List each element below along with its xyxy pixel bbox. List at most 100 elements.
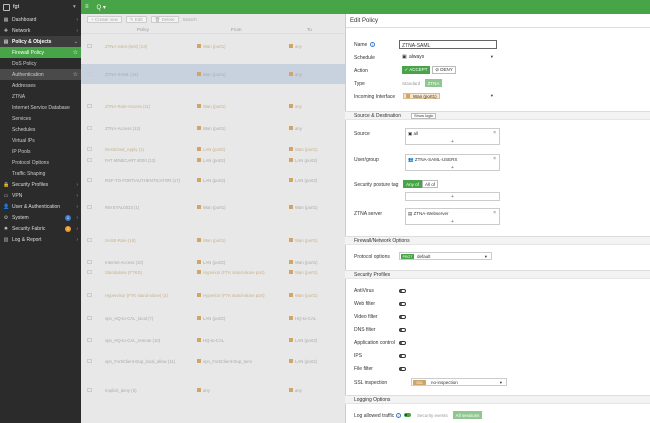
menu-icon[interactable]: ≡	[85, 4, 89, 10]
table-row[interactable]: ZTNA-rules-(test) (13) Wan (port1) any	[81, 42, 345, 50]
row-checkbox[interactable]	[87, 158, 92, 162]
log-all-sessions-option[interactable]: All sessions	[453, 411, 482, 419]
profile-toggle-application-control[interactable]	[399, 341, 406, 345]
row-checkbox[interactable]	[87, 359, 92, 363]
posture-tag-field[interactable]: +	[405, 192, 500, 201]
device-header[interactable]: fgt ▾	[0, 0, 81, 14]
table-row[interactable]: vpn_HQ-to-CAL_local (7) LAN (port2) HQ-t…	[81, 314, 345, 322]
edit-button[interactable]: ✎ Edit	[125, 16, 147, 23]
sidebar-subitem-schedules[interactable]: Schedules	[0, 124, 81, 135]
user-group-field[interactable]: 👥 ZTNA-SAML-USERS × +	[405, 154, 500, 171]
delete-button[interactable]: 🗑 Delete	[150, 16, 179, 23]
deny-button[interactable]: ⊘ DENY	[432, 66, 456, 74]
sidebar-subitem-virtual-ips[interactable]: Virtual IPs	[0, 135, 81, 146]
table-row[interactable]: vpn_HQ-to-CAL_remote (10) HQ-to-CAL LAN …	[81, 336, 345, 344]
profile-toggle-video-filter[interactable]	[399, 315, 406, 319]
row-checkbox[interactable]	[87, 147, 92, 151]
sidebar-subitem-addresses[interactable]: Addresses	[0, 80, 81, 91]
sidebar-item-system[interactable]: ⚙ System 1 ›	[0, 212, 81, 223]
incoming-interface-select[interactable]: Wan (port1) ▾	[402, 92, 497, 100]
remove-icon[interactable]: ×	[493, 130, 496, 136]
add-icon[interactable]: +	[451, 219, 454, 225]
sidebar-subitem-traffic-shaping[interactable]: Traffic Shaping	[0, 168, 81, 179]
add-icon[interactable]: +	[451, 194, 454, 200]
sidebar-subitem-ztna[interactable]: ZTNA	[0, 91, 81, 102]
table-row[interactable]: Implicit_deny (0) any any	[81, 386, 345, 394]
sidebar-subitem-dos-policy[interactable]: DoS Policy	[0, 58, 81, 69]
protocol-options-select[interactable]: PROT default ▾	[399, 252, 492, 260]
table-row[interactable]: RSF-TO-FORTIAUTHENTICATOR (17) LAN (port…	[81, 176, 345, 184]
type-standard-option[interactable]: Standard	[402, 81, 420, 86]
all-of-option[interactable]: All of	[422, 180, 438, 188]
sidebar-item-policy-objects[interactable]: ▤ Policy & Objects ⌄	[0, 36, 81, 47]
favorite-star-icon[interactable]: ☆	[73, 49, 78, 56]
any-of-option[interactable]: Any of	[403, 180, 422, 188]
profile-toggle-antivirus[interactable]	[399, 289, 406, 293]
sidebar-item-vpn[interactable]: ▭ VPN ›	[0, 190, 81, 201]
sidebar-item-security-fabric[interactable]: ✸ Security Fabric 1 ›	[0, 223, 81, 234]
table-row[interactable]: Internet Access (10) LAN (port2) Wan (po…	[81, 258, 345, 266]
sidebar-item-network[interactable]: ✚ Network ›	[0, 25, 81, 36]
profile-toggle-ips[interactable]	[399, 354, 406, 358]
row-checkbox[interactable]	[87, 72, 92, 76]
info-icon[interactable]: i	[395, 413, 401, 418]
sidebar-subitem-ip-pools[interactable]: IP Pools	[0, 146, 81, 157]
schedule-select[interactable]: ▣ always ▾	[402, 53, 497, 61]
log-allowed-toggle[interactable]	[404, 413, 411, 417]
sidebar-subitem-authentication[interactable]: Authentication ☆	[0, 69, 81, 80]
add-icon[interactable]: +	[451, 165, 454, 171]
row-checkbox[interactable]	[87, 178, 92, 182]
search-input[interactable]: Search	[183, 17, 197, 22]
sidebar-subitem-internet-service-database[interactable]: Internet Service Database	[0, 102, 81, 113]
table-row[interactable]: Hypervisor (FTK stand-alone) (3) Hyperio…	[81, 291, 345, 299]
sidebar-subitem-services[interactable]: Services	[0, 113, 81, 124]
table-row[interactable]: RM ETAL0023 (1) Wan (port1) Wan (port1)	[81, 203, 345, 211]
sidebar-subitem-firewall-policy[interactable]: Firewall Policy ☆	[0, 47, 81, 58]
create-new-button[interactable]: + Create new	[87, 16, 122, 23]
col-from[interactable]: From	[231, 27, 242, 32]
profile-toggle-dns-filter[interactable]	[399, 328, 406, 332]
row-checkbox[interactable]	[87, 104, 92, 108]
add-icon[interactable]: +	[451, 139, 454, 145]
sidebar-subitem-protocol-options[interactable]: Protocol Options	[0, 157, 81, 168]
sidebar-item-security-profiles[interactable]: 🔒 Security Profiles ›	[0, 179, 81, 190]
source-field[interactable]: ▣ all × +	[405, 128, 500, 145]
row-checkbox[interactable]	[87, 293, 92, 297]
table-row[interactable]: FAT MINECART 8000 (13) LAN (port2) LAN (…	[81, 156, 345, 164]
table-row[interactable]: Restricted_Apply (1) LAN (port2) Wan (po…	[81, 145, 345, 153]
row-checkbox[interactable]	[87, 270, 92, 274]
table-row[interactable]: vpn_FortiClient-Dup_local_allow (11) vpn…	[81, 357, 345, 365]
name-input[interactable]: ZTNA-SAML	[399, 40, 497, 49]
col-to[interactable]: To	[307, 27, 312, 32]
row-checkbox[interactable]	[87, 126, 92, 130]
ssl-inspection-select[interactable]: SSL no-inspection ▾	[411, 378, 507, 386]
show-logic-button[interactable]: Show logic	[410, 112, 437, 119]
table-row[interactable]: ZTNA-Rule-Access (11) Wan (port1) any	[81, 102, 345, 110]
row-checkbox[interactable]	[87, 388, 92, 392]
table-row[interactable]: ZTNA-Access (12) Wan (port1) any	[81, 124, 345, 132]
table-row[interactable]: SASE-Rule (18) Wan (port1) Wan (port1)	[81, 236, 345, 244]
sidebar-item-dashboard[interactable]: ▦ Dashboard ›	[0, 14, 81, 25]
row-checkbox[interactable]	[87, 260, 92, 264]
search-icon[interactable]: Q ▾	[97, 4, 106, 11]
type-ztna-option[interactable]: ZTNA	[425, 79, 442, 87]
accept-button[interactable]: ✓ ACCEPT	[402, 66, 430, 74]
row-checkbox[interactable]	[87, 316, 92, 320]
log-security-events-option[interactable]: Security events	[417, 413, 448, 418]
favorite-star-icon[interactable]: ☆	[73, 71, 78, 78]
col-policy[interactable]: Policy	[137, 27, 149, 32]
row-checkbox[interactable]	[87, 238, 92, 242]
sidebar-item-log-report[interactable]: ▥ Log & Report ›	[0, 234, 81, 245]
row-checkbox[interactable]	[87, 338, 92, 342]
profile-toggle-web-filter[interactable]	[399, 302, 406, 306]
remove-icon[interactable]: ×	[493, 210, 496, 216]
table-row[interactable]: ZTNA-SAML (14) Wan (port1) any	[81, 64, 345, 84]
row-checkbox[interactable]	[87, 205, 92, 209]
profile-toggle-file-filter[interactable]	[399, 367, 406, 371]
row-checkbox[interactable]	[87, 44, 92, 48]
table-row[interactable]: Standalone (FTKD) Hyperion (FTK stand-al…	[81, 268, 345, 276]
remove-icon[interactable]: ×	[493, 156, 496, 162]
sidebar-item-user-authentication[interactable]: 👤 User & Authentication ›	[0, 201, 81, 212]
ztna-server-field[interactable]: ▤ ZTNA-Webserver × +	[405, 208, 500, 225]
info-icon[interactable]: i	[369, 42, 375, 47]
